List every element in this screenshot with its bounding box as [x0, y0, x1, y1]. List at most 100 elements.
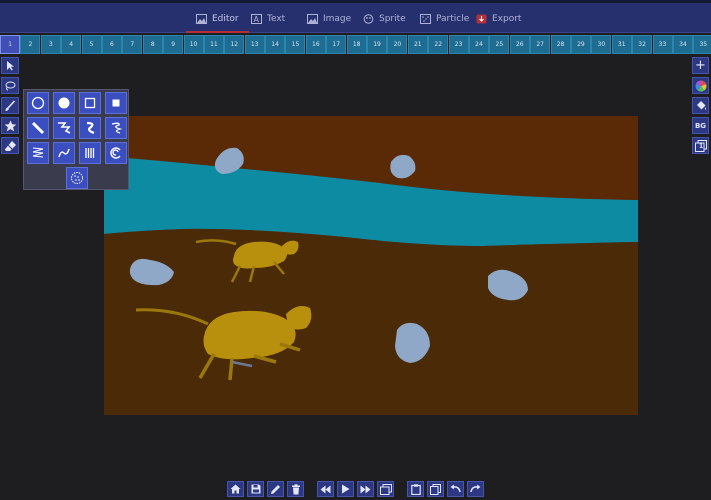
frame-14[interactable]: 14	[265, 35, 286, 54]
circle-outline-button[interactable]	[27, 92, 49, 114]
image-icon	[196, 14, 207, 24]
trash-icon	[291, 483, 300, 494]
save-icon	[251, 484, 260, 494]
rewind-button[interactable]	[317, 481, 334, 497]
frames-button[interactable]	[377, 481, 394, 497]
square-outline-button[interactable]	[79, 92, 101, 114]
frame-22[interactable]: 22	[428, 35, 449, 54]
squiggle-icon	[86, 121, 95, 135]
delete-button[interactable]	[287, 481, 304, 497]
brush-tool-button[interactable]	[1, 97, 19, 114]
layer-button[interactable]: 1	[692, 137, 709, 154]
svg-text:A: A	[254, 15, 260, 24]
frame-23[interactable]: 23	[448, 35, 469, 54]
tab-particle-label: Particle	[436, 14, 470, 24]
add-frame-label: +	[695, 58, 706, 73]
copy-button[interactable]	[427, 481, 444, 497]
frame-13[interactable]: 13	[244, 35, 265, 54]
square-outline-icon	[84, 97, 96, 109]
frame-19[interactable]: 19	[367, 35, 388, 54]
line-button[interactable]	[27, 117, 49, 139]
frame-34[interactable]: 34	[672, 35, 693, 54]
frame-24[interactable]: 24	[468, 35, 489, 54]
vertical-lines-button[interactable]	[79, 142, 101, 164]
clipboard-icon	[410, 483, 421, 495]
eraser-icon	[4, 140, 16, 151]
undo-button[interactable]	[447, 481, 464, 497]
vertical-lines-icon	[85, 148, 95, 158]
select-tool-button[interactable]	[1, 57, 19, 74]
frame-29[interactable]: 29	[570, 35, 591, 54]
frame-26[interactable]: 26	[509, 35, 530, 54]
frame-28[interactable]: 28	[550, 35, 571, 54]
frame-30[interactable]: 30	[591, 35, 612, 54]
tab-particle[interactable]: Particle	[420, 8, 469, 30]
paste-button[interactable]	[407, 481, 424, 497]
frame-20[interactable]: 20	[387, 35, 408, 54]
circle-filled-button[interactable]	[53, 92, 75, 114]
save-button[interactable]	[247, 481, 264, 497]
frame-2[interactable]: 2	[20, 35, 41, 54]
ground-region	[104, 228, 638, 415]
play-button[interactable]	[337, 481, 354, 497]
frame-17[interactable]: 17	[326, 35, 347, 54]
frame-35[interactable]: 35	[693, 35, 711, 54]
zigzag-line-button[interactable]	[53, 117, 75, 139]
wave-icon	[58, 148, 70, 158]
play-icon	[342, 484, 350, 494]
frame-7[interactable]: 7	[122, 35, 143, 54]
frame-32[interactable]: 32	[632, 35, 653, 54]
curl-button[interactable]	[105, 142, 127, 164]
frame-3[interactable]: 3	[40, 35, 61, 54]
circle-filled-icon	[58, 97, 70, 109]
tab-text[interactable]: A Text	[251, 8, 285, 30]
spray-texture-button[interactable]	[66, 167, 88, 189]
frames-icon	[379, 483, 392, 495]
color-picker-button[interactable]	[692, 77, 709, 94]
frame-18[interactable]: 18	[346, 35, 367, 54]
frame-15[interactable]: 15	[285, 35, 306, 54]
lasso-tool-button[interactable]	[1, 77, 19, 94]
fill-tool-button[interactable]	[692, 97, 709, 114]
frame-9[interactable]: 9	[163, 35, 184, 54]
tab-editor[interactable]: Editor	[186, 8, 249, 33]
frame-11[interactable]: 11	[203, 35, 224, 54]
app-window: Editor A Text Image Sprite Particle Expo…	[0, 0, 711, 500]
square-filled-button[interactable]	[105, 92, 127, 114]
add-frame-button[interactable]: +	[692, 57, 709, 74]
frame-4[interactable]: 4	[61, 35, 82, 54]
frame-27[interactable]: 27	[530, 35, 551, 54]
tab-sprite[interactable]: Sprite	[363, 8, 406, 30]
drawing-canvas[interactable]	[104, 116, 638, 415]
frame-10[interactable]: 10	[183, 35, 204, 54]
frame-25[interactable]: 25	[489, 35, 510, 54]
frame-21[interactable]: 21	[407, 35, 428, 54]
spiral-coil-button[interactable]	[105, 117, 127, 139]
eraser-tool-button[interactable]	[1, 137, 19, 154]
edit-button[interactable]	[267, 481, 284, 497]
image-icon	[307, 14, 318, 24]
redo-button[interactable]	[467, 481, 484, 497]
zigzag-stack-icon	[32, 147, 44, 158]
background-button[interactable]: BG	[692, 117, 709, 134]
squiggle-button[interactable]	[79, 117, 101, 139]
frame-31[interactable]: 31	[611, 35, 632, 54]
frame-6[interactable]: 6	[101, 35, 122, 54]
frame-5[interactable]: 5	[81, 35, 102, 54]
tab-export[interactable]: Export	[476, 8, 521, 30]
background-label: BG	[694, 121, 707, 130]
frame-12[interactable]: 12	[224, 35, 245, 54]
tab-image[interactable]: Image	[307, 8, 351, 30]
fast-forward-button[interactable]	[357, 481, 374, 497]
frame-33[interactable]: 33	[652, 35, 673, 54]
frame-1[interactable]: 1	[0, 35, 20, 54]
frame-8[interactable]: 8	[142, 35, 163, 54]
shape-tool-button[interactable]	[1, 117, 19, 134]
home-button[interactable]	[227, 481, 244, 497]
line-icon	[31, 121, 45, 135]
wave-button[interactable]	[53, 142, 75, 164]
home-icon	[230, 484, 241, 494]
copy-icon	[430, 483, 441, 495]
frame-16[interactable]: 16	[305, 35, 326, 54]
zigzag-stack-button[interactable]	[27, 142, 49, 164]
